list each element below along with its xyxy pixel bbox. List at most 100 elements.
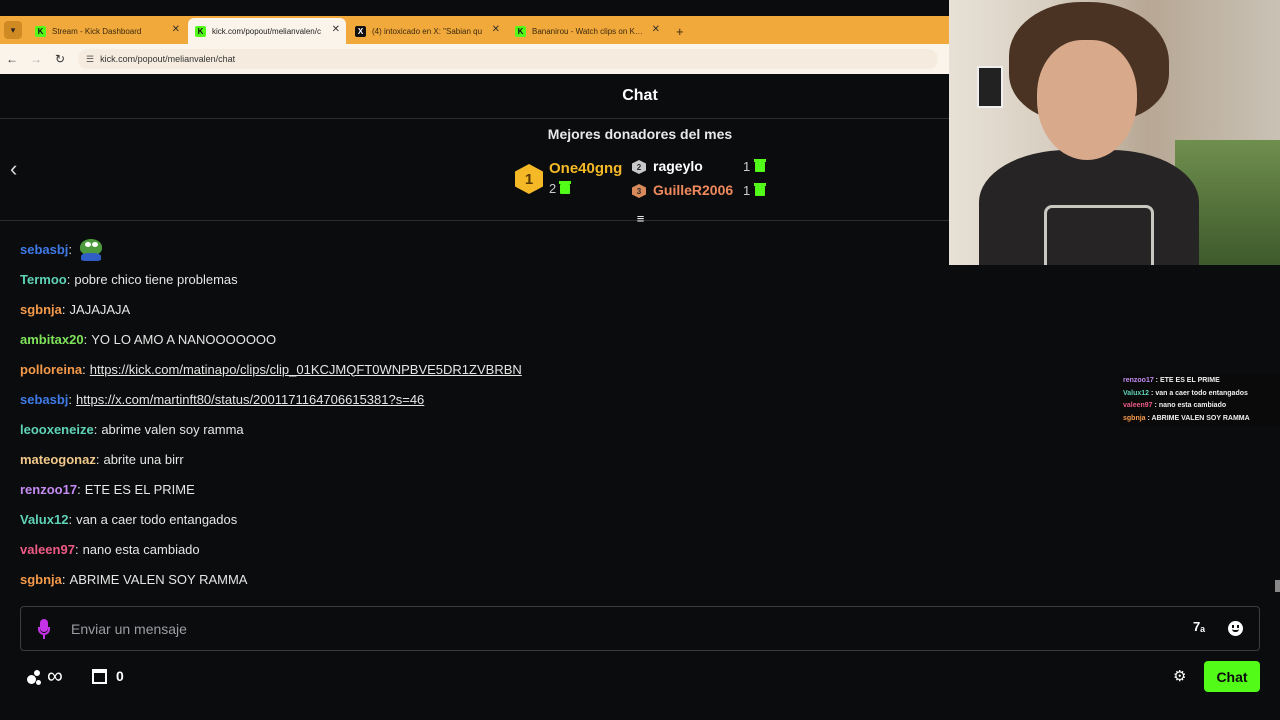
message-username[interactable]: polloreina <box>20 362 82 377</box>
message-text: abrime valen soy ramma <box>101 421 244 437</box>
chat-messages: sebasbj: Termoo: pobre chico tiene problem… <box>20 234 940 594</box>
store-icon[interactable] <box>92 669 107 684</box>
chat-message: mateogonaz: abrite una birr <box>20 444 940 474</box>
tab-label: kick.com/popout/melianvalen/c <box>212 26 321 36</box>
message-input[interactable] <box>71 618 1171 640</box>
message-username[interactable]: Termoo <box>20 272 67 287</box>
chat-message: sgbnja: JAJAJAJA <box>20 294 940 324</box>
browser-window: ▾ K Stream - Kick Dashboard ✕ Kkick.com/pop… <box>0 0 949 74</box>
overlay-text: ETE ES EL PRIME <box>1159 377 1220 384</box>
browser-tab[interactable]: K Stream - Kick Dashboard ✕ <box>28 18 186 44</box>
message-username[interactable]: renzoo17 <box>20 482 77 497</box>
message-username[interactable]: leooxeneize <box>20 422 94 437</box>
scrollbar-thumb[interactable] <box>1275 580 1280 592</box>
message-link[interactable]: https://kick.com/matinapo/clips/clip_01K… <box>90 362 522 377</box>
message-composer: 7ₐ <box>20 606 1260 651</box>
overlay-text: van a caer todo entangados <box>1155 389 1248 397</box>
gear-icon[interactable]: ⚙ <box>1173 667 1186 685</box>
message-username[interactable]: sgbnja <box>20 302 62 317</box>
message-username[interactable]: valeen97 <box>20 542 75 557</box>
message-separator: : <box>61 301 66 317</box>
close-icon[interactable]: ✕ <box>492 24 500 35</box>
browser-tab[interactable]: X (4) intoxicado en X: "Sabian qu ✕ <box>348 18 506 44</box>
donor-name: GuilleR2006 <box>653 182 734 198</box>
streamer-face <box>1037 40 1137 160</box>
message-username[interactable]: ambitax20 <box>20 332 84 347</box>
message-separator: : <box>66 271 71 287</box>
message-separator: : <box>61 571 66 587</box>
x-icon: X <box>355 26 366 37</box>
collapse-icon[interactable]: ≡ <box>633 212 648 226</box>
url-text: kick.com/popout/melianvalen/chat <box>100 54 236 64</box>
message-username[interactable]: sebasbj <box>20 242 68 257</box>
message-username[interactable]: Valux12 <box>20 512 68 527</box>
pepe-emote-icon <box>78 237 104 261</box>
chat-message: ambitax20: YO LO AMO A NANOOOOOOO <box>20 324 940 354</box>
close-icon[interactable]: ✕ <box>332 24 340 35</box>
overlay-text: nano esta cambiado <box>1158 402 1227 409</box>
chat-message: renzoo17: ETE ES EL PRIME <box>20 474 940 504</box>
back-arrow-icon[interactable]: ← <box>0 52 24 66</box>
kick-icon: K <box>195 26 206 37</box>
send-chat-button[interactable]: Chat <box>1204 661 1260 692</box>
reload-icon[interactable]: ↻ <box>48 52 72 66</box>
microphone-icon[interactable] <box>38 619 50 639</box>
top-strip <box>0 0 949 16</box>
donor-count: 1 <box>743 158 767 174</box>
stream-chat-overlay: renzoo17 : ETE ES EL PRIME Valux12 : van … <box>1120 374 1280 426</box>
message-link[interactable]: https://x.com/martinft80/status/20011711… <box>76 392 424 407</box>
chat-message: Termoo: pobre chico tiene problemas <box>20 264 940 294</box>
message-username[interactable]: mateogonaz <box>20 452 96 467</box>
leaderboard-first-place[interactable]: 1 One40gng 2 <box>515 160 625 200</box>
tab-label: (4) intoxicado en X: "Sabian qu <box>372 26 483 36</box>
chevron-down-icon: ▾ <box>10 24 16 35</box>
message-text: JAJAJAJA <box>69 301 131 317</box>
message-separator: : <box>82 361 86 377</box>
message-text: YO LO AMO A NANOOOOOOO <box>91 331 277 347</box>
chevron-left-icon[interactable]: ‹ <box>10 156 17 182</box>
overlay-message: renzoo17 : ETE ES EL PRIME <box>1123 375 1277 388</box>
message-text: ABRIME VALEN SOY RAMMA <box>69 571 248 587</box>
webcam-feed <box>949 0 1280 265</box>
message-text: abrite una birr <box>103 451 184 467</box>
gift-icon <box>559 180 572 194</box>
chat-message: leooxeneize: abrime valen soy ramma <box>20 414 940 444</box>
forward-arrow-icon[interactable]: → <box>24 52 48 66</box>
tab-label: Bananirou - Watch clips on Kick <box>532 26 644 36</box>
gift-icon <box>754 158 767 172</box>
message-username[interactable]: sebasbj <box>20 392 68 407</box>
bottom-strip <box>0 700 1280 720</box>
close-icon[interactable]: ✕ <box>172 24 180 35</box>
browser-tab[interactable]: K Bananirou - Watch clips on Kick ✕ <box>508 18 666 44</box>
site-info-icon[interactable]: ☰ <box>86 54 94 65</box>
address-bar: ← → ↻ ☰ kick.com/popout/melianvalen/chat <box>0 44 949 74</box>
overlay-text: ABRIME VALEN SOY RAMMA <box>1151 414 1250 422</box>
donor-count: 1 <box>743 182 767 198</box>
tab-search-button[interactable]: ▾ <box>4 21 22 39</box>
chat-message: polloreina: https://kick.com/matinapo/cli… <box>20 354 940 384</box>
gift-count: 1 <box>743 159 751 174</box>
chat-message: sebasbj: https://x.com/martinft80/status/… <box>20 384 940 414</box>
leaderboard-rank-row[interactable]: 2 rageylo 1 <box>632 158 772 176</box>
screen: ▾ K Stream - Kick Dashboard ✕ Kkick.com/pop… <box>0 0 1280 720</box>
leaderboard-rank-row[interactable]: 3 GuilleR2006 1 <box>632 182 772 200</box>
url-field[interactable]: ☰ kick.com/popout/melianvalen/chat <box>78 49 938 69</box>
donor-count: 2 <box>549 180 572 196</box>
message-separator: : <box>68 391 73 407</box>
rank-medal-icon: 3 <box>632 184 646 198</box>
browser-tab[interactable]: Kkick.com/popout/melianvalen/c ✕ <box>188 18 346 44</box>
close-icon[interactable]: ✕ <box>652 24 660 35</box>
gold-medal-icon: 1 <box>515 164 543 194</box>
emoji-icon[interactable] <box>1228 621 1243 636</box>
channel-points-icon[interactable] <box>27 670 47 686</box>
donor-name: One40gng <box>549 160 623 177</box>
chat-message: sebasbj: <box>20 234 940 264</box>
message-username[interactable]: sgbnja <box>20 572 62 587</box>
message-text: van a caer todo entangados <box>76 511 238 527</box>
translate-icon[interactable]: 7ₐ <box>1193 619 1205 634</box>
new-tab-button[interactable]: + <box>676 24 684 39</box>
chat-message: sgbnja: ABRIME VALEN SOY RAMMA <box>20 564 940 594</box>
chat-message: valeen97: nano esta cambiado <box>20 534 940 564</box>
message-separator: : <box>93 421 98 437</box>
message-separator: : <box>74 541 79 557</box>
